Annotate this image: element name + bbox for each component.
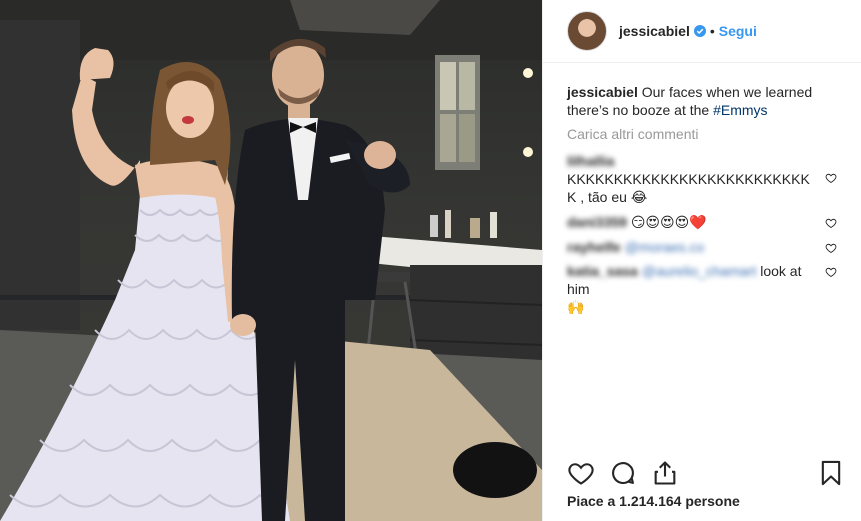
photo-illustration (0, 0, 542, 521)
post-caption: jessicabiel Our faces when we learned th… (567, 83, 827, 119)
comments-section: jessicabiel Our faces when we learned th… (543, 63, 861, 317)
post-actions-bar (567, 459, 845, 487)
share-icon[interactable] (651, 459, 679, 487)
verified-badge-icon (693, 25, 706, 37)
comment-item: lilhallia KKKKKKKKKKKKKKKKKKKKKKKKKKK , … (567, 152, 837, 207)
small-heart-icon[interactable] (825, 217, 837, 229)
follow-button[interactable]: Segui (719, 23, 757, 39)
post-header: jessicabiel • Segui (543, 0, 861, 63)
comment-mention[interactable]: @moraes.co (625, 239, 705, 255)
small-heart-icon[interactable] (825, 266, 837, 278)
comment-username[interactable]: katia_sasa (567, 263, 638, 279)
small-heart-icon[interactable] (825, 172, 837, 184)
load-more-comments-button[interactable]: Carica altri commenti (567, 126, 837, 142)
comment-item: katia_sasa @aurelio_chamart look at him … (567, 262, 837, 317)
comment-item: rayhelfe @moraes.co (567, 238, 837, 256)
comment-username[interactable]: dani3359 (567, 214, 627, 230)
avatar[interactable] (567, 11, 607, 51)
comment-text: KKKKKKKKKKKKKKKKKKKKKKKKKKK , tão eu (567, 171, 810, 205)
comment-username[interactable]: rayhelfe (567, 239, 621, 255)
caption-username[interactable]: jessicabiel (567, 84, 638, 100)
comment-item: dani3359 😏😍😍😍❤️ (567, 213, 837, 232)
heart-icon[interactable] (567, 459, 595, 487)
separator-dot: • (709, 23, 715, 39)
comment-username[interactable]: lilhallia (567, 153, 614, 169)
small-heart-icon[interactable] (825, 242, 837, 254)
instagram-post: jessicabiel • Segui jessicabiel Our face… (0, 0, 861, 521)
comment-emoji: 😏😍😍😍❤️ (630, 215, 707, 231)
caption-hashtag[interactable]: #Emmys (713, 102, 767, 118)
comment-bubble-icon[interactable] (609, 459, 637, 487)
post-side-panel: jessicabiel • Segui jessicabiel Our face… (542, 0, 861, 521)
bookmark-icon[interactable] (817, 459, 845, 487)
comment-emoji: 🙌 (567, 300, 585, 316)
post-photo[interactable] (0, 0, 542, 521)
comment-emoji: 😂 (630, 190, 648, 206)
comment-mention[interactable]: @aurelio_chamart (642, 263, 757, 279)
likes-count[interactable]: Piace a 1.214.164 persone (567, 493, 740, 509)
header-username[interactable]: jessicabiel (619, 23, 690, 39)
